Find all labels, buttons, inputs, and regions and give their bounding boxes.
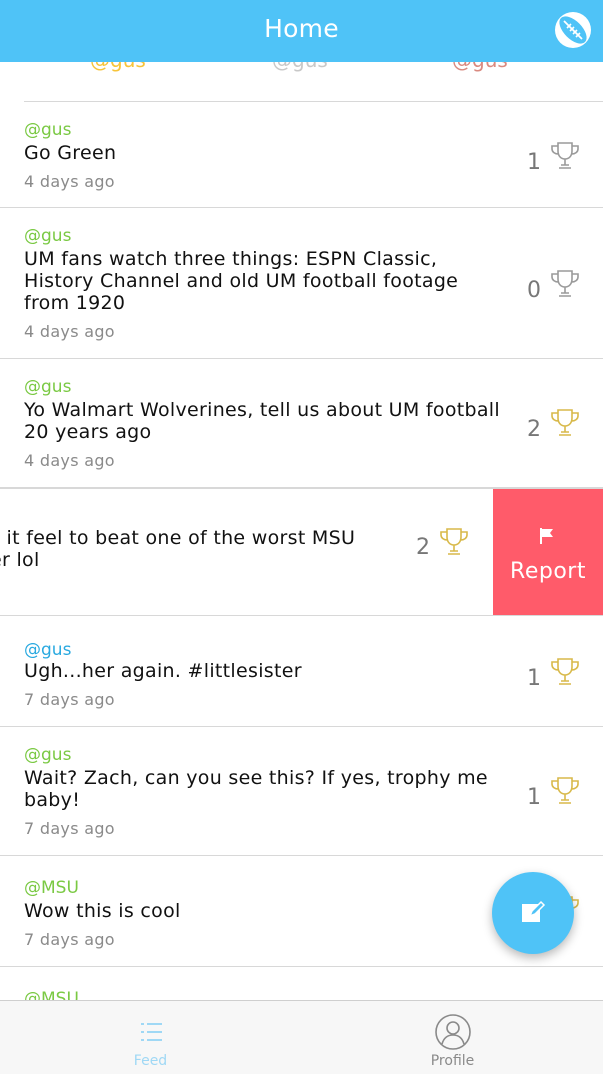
- trophy-icon[interactable]: [549, 656, 581, 688]
- post-handle[interactable]: @MSU: [24, 989, 79, 1000]
- post-text: Go Green: [24, 142, 117, 164]
- report-label: Report: [510, 559, 586, 584]
- feed-post[interactable]: @gus Ugh...her again. #littlesister 7 da…: [0, 616, 603, 727]
- tab-profile[interactable]: Profile: [302, 1001, 603, 1074]
- feed-post[interactable]: @gus UM fans watch three things: ESPN Cl…: [0, 208, 603, 359]
- trophy-count: 1: [527, 150, 541, 175]
- flag-icon: [540, 528, 553, 544]
- trophy-icon[interactable]: [549, 140, 581, 172]
- feed-post-swiped[interactable]: s it feel to beat one of the worst MSU e…: [0, 488, 603, 616]
- trophy-count: 2: [416, 535, 430, 560]
- post-handle[interactable]: @gus: [24, 640, 71, 660]
- tab-label: Feed: [133, 1053, 168, 1069]
- feed-post[interactable]: @gus Go Green 4 days ago 1: [0, 102, 603, 208]
- post-time: 4 days ago: [24, 172, 115, 191]
- app-header: Home: [0, 0, 603, 62]
- post-text: UM fans watch three things: ESPN Classic…: [24, 248, 459, 314]
- feed-post[interactable]: @gus Yo Walmart Wolverines, tell us abou…: [0, 359, 603, 488]
- post-text: Wow this is cool: [24, 900, 181, 922]
- tab-label: Profile: [430, 1053, 475, 1069]
- post-text: Ugh...her again. #littlesister: [24, 660, 302, 682]
- post-text: s it feel to beat one of the worst MSU e…: [0, 527, 356, 571]
- feed-list[interactable]: @gus @gus @gus @gus Go Green 4 days ago …: [0, 0, 603, 1000]
- compose-icon: [522, 900, 546, 922]
- trophy-icon[interactable]: [549, 268, 581, 300]
- football-icon[interactable]: [553, 10, 593, 50]
- post-time: 7 days ago: [24, 690, 115, 709]
- profile-icon: [434, 1014, 471, 1050]
- trophy-count: 0: [527, 278, 541, 303]
- bottom-tab-bar: Feed Profile: [0, 1000, 603, 1074]
- post-handle[interactable]: @MSU: [24, 878, 79, 898]
- feed-post[interactable]: @gus Wait? Zach, can you see this? If ye…: [0, 727, 603, 856]
- post-text: Yo Walmart Wolverines, tell us about UM …: [24, 399, 500, 443]
- post-time: 7 days ago: [24, 930, 115, 949]
- trophy-icon[interactable]: [549, 407, 581, 439]
- trophy-count: 1: [527, 666, 541, 691]
- post-time: 4 days ago: [24, 322, 115, 341]
- list-icon: [140, 1023, 162, 1041]
- report-button[interactable]: Report: [493, 489, 603, 615]
- trophy-count: 2: [527, 417, 541, 442]
- trophy-icon[interactable]: [549, 775, 581, 807]
- post-text: Wait? Zach, can you see this? If yes, tr…: [24, 767, 488, 811]
- trophy-icon[interactable]: [438, 526, 470, 558]
- trophy-count: 1: [527, 785, 541, 810]
- post-handle[interactable]: @gus: [24, 745, 71, 765]
- post-handle[interactable]: @gus: [24, 377, 71, 397]
- post-time: 4 days ago: [24, 451, 115, 470]
- tab-feed[interactable]: Feed: [0, 1001, 301, 1074]
- post-handle[interactable]: @gus: [24, 120, 71, 140]
- compose-button[interactable]: [492, 872, 574, 954]
- post-handle[interactable]: @gus: [24, 226, 71, 246]
- post-time: 7 days ago: [24, 819, 115, 838]
- page-title: Home: [264, 14, 339, 43]
- feed-post[interactable]: @MSU: [0, 967, 603, 1000]
